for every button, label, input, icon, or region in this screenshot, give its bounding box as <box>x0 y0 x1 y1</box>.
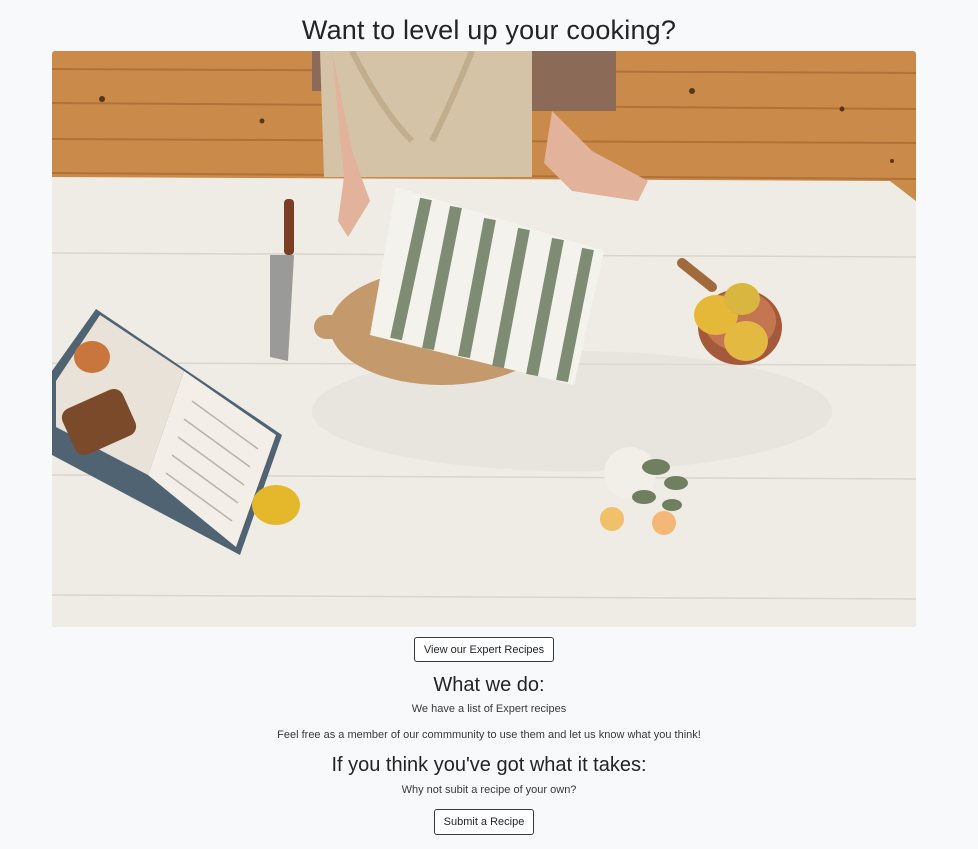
submit-recipe-button[interactable]: Submit a Recipe <box>434 809 534 835</box>
page: Want to level up your cooking? View our … <box>0 0 978 849</box>
hero-image <box>52 51 916 627</box>
about-text-1: We have a list of Expert recipes <box>411 703 567 715</box>
contribute-text: Why not subit a recipe of your own? <box>401 784 577 796</box>
contribute-heading: If you think you've got what it takes: <box>331 754 647 776</box>
view-expert-recipes-button[interactable]: View our Expert Recipes <box>414 637 554 662</box>
about-text-2: Feel free as a member of our commmunity … <box>277 729 701 741</box>
page-title: Want to level up your cooking? <box>301 15 677 45</box>
what-we-do-heading: What we do: <box>433 674 545 696</box>
